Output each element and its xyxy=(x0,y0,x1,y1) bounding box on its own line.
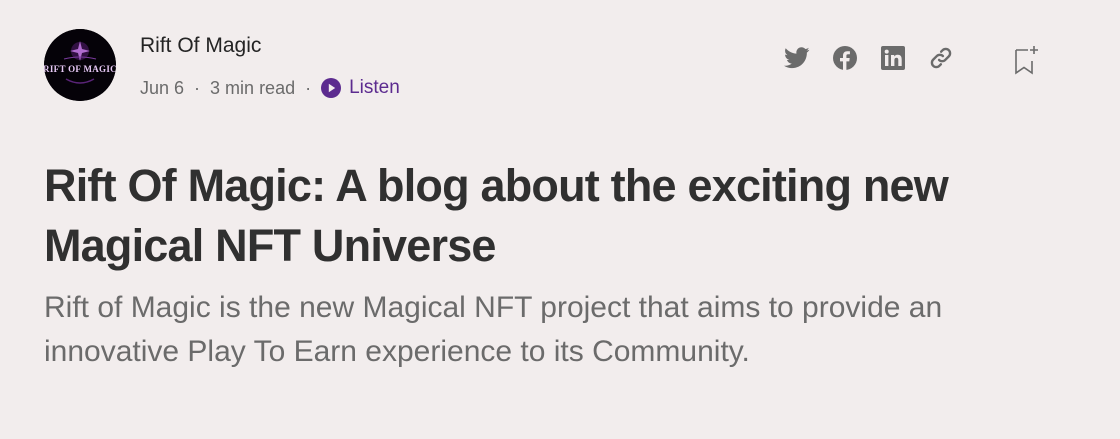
meta-separator: · xyxy=(305,77,312,98)
author-name[interactable]: Rift Of Magic xyxy=(140,34,261,58)
article-subtitle: Rift of Magic is the new Magical NFT pro… xyxy=(44,291,943,368)
article-title: Rift Of Magic: A blog about the exciting… xyxy=(44,160,949,271)
meta-separator: · xyxy=(194,77,201,98)
linkedin-icon[interactable] xyxy=(879,44,907,72)
listen-button[interactable]: Listen xyxy=(321,77,400,99)
publish-date: Jun 6 xyxy=(140,77,185,98)
avatar[interactable]: RIFT OF MAGIC xyxy=(44,29,116,101)
post-meta: Jun 6 · 3 min read · Listen xyxy=(140,76,400,100)
avatar-logo: RIFT OF MAGIC xyxy=(44,29,116,101)
bookmark-add-icon[interactable] xyxy=(1013,44,1041,76)
read-time: 3 min read xyxy=(210,77,296,98)
link-icon[interactable] xyxy=(927,44,955,72)
share-actions xyxy=(783,44,975,72)
play-icon xyxy=(321,78,342,98)
article-page: RIFT OF MAGIC Rift Of Magic Jun 6 · 3 mi… xyxy=(0,0,1120,439)
twitter-icon[interactable] xyxy=(783,44,811,72)
facebook-icon[interactable] xyxy=(831,44,859,72)
listen-label: Listen xyxy=(349,77,400,98)
avatar-logo-text: RIFT OF MAGIC xyxy=(44,64,116,74)
